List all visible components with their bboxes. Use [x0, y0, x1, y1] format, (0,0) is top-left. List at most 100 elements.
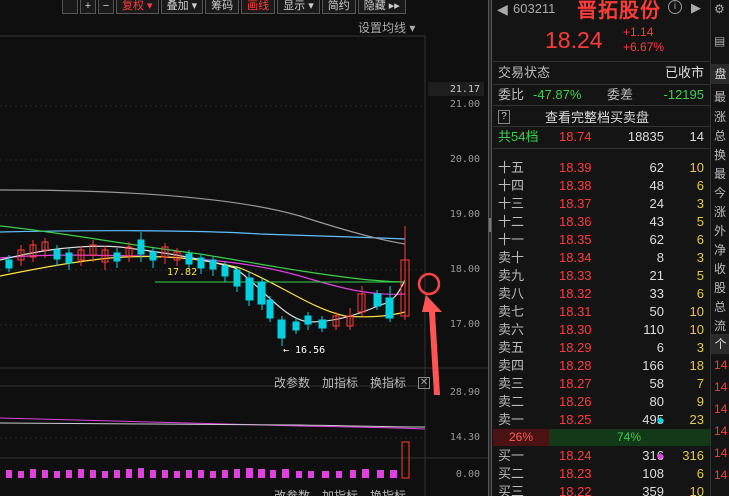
- ma30-line: [0, 225, 406, 283]
- switch-indicator-button[interactable]: 换指标: [370, 487, 406, 496]
- bid-row[interactable]: 买一 18.24 316 316: [493, 447, 710, 465]
- side-label: 涨: [714, 205, 727, 219]
- stock-name: 晋拓股份: [577, 0, 661, 22]
- candle-body: [185, 253, 193, 265]
- settings-icon[interactable]: ⚙: [714, 2, 725, 16]
- ask-row[interactable]: 卖五 18.29 6 3: [493, 339, 710, 357]
- candle-body: [113, 252, 121, 262]
- change-params-button[interactable]: 改参数: [274, 487, 310, 496]
- volume-bar: [270, 470, 276, 478]
- ask-level: 卖六: [498, 322, 525, 337]
- volume-bar: [18, 471, 24, 478]
- candle-body: [292, 321, 300, 331]
- list-icon[interactable]: ▤: [714, 34, 725, 48]
- last-price: 18.24: [545, 27, 603, 53]
- ask-count: 6: [696, 232, 704, 247]
- bid-row[interactable]: 买二 18.23 108 6: [493, 465, 710, 483]
- add-indicator-button[interactable]: 加指标: [322, 487, 358, 496]
- close-icon[interactable]: ✕: [418, 376, 431, 389]
- ask-price: 18.35: [559, 232, 592, 247]
- switch-indicator-button[interactable]: 换指标: [370, 374, 406, 391]
- ask-row[interactable]: 卖九 18.33 21 5: [493, 267, 710, 285]
- sell-ratio: 26%: [493, 429, 549, 446]
- candle-body: [385, 297, 394, 319]
- bid-price: 18.24: [559, 448, 592, 463]
- side-label: 总: [714, 129, 727, 143]
- ask-price: 18.30: [559, 322, 592, 337]
- ask-count: 6: [696, 286, 704, 301]
- volume-bar: [66, 470, 72, 478]
- splitter-grip-icon[interactable]: [489, 218, 491, 232]
- next-stock-icon[interactable]: ▶: [691, 0, 701, 16]
- view-full-orderbook-link[interactable]: 查看完整档买卖盘: [545, 107, 649, 126]
- side-value: 14: [714, 468, 728, 482]
- change-amount: +1.14: [623, 25, 654, 39]
- ask-row[interactable]: 十二 18.36 43 5: [493, 213, 710, 231]
- ask-row[interactable]: 卖一 18.25 495 23: [493, 411, 710, 429]
- ask-level: 卖十: [498, 250, 525, 265]
- volume-bar: [162, 470, 168, 478]
- axis-label: 21.00: [449, 99, 480, 110]
- weicha-label: 委差: [607, 87, 634, 102]
- candle: [29, 240, 37, 262]
- candlesticks: [5, 226, 410, 346]
- bid-volume: 108: [642, 466, 664, 481]
- volume-bar: [90, 470, 96, 478]
- info-icon[interactable]: i: [668, 0, 682, 14]
- candle: [137, 232, 145, 262]
- add-indicator-button[interactable]: 加指标: [322, 374, 358, 391]
- volume-bar: [336, 471, 342, 478]
- ask-row[interactable]: 卖六 18.30 110 10: [493, 321, 710, 339]
- volume-bar: [6, 470, 12, 478]
- candle: [53, 245, 61, 266]
- ask-level: 卖五: [498, 340, 525, 355]
- ask-count: 23: [689, 412, 704, 427]
- ma-level-label: 17.82: [167, 267, 197, 278]
- side-tab-stock[interactable]: 个: [711, 334, 729, 354]
- candle-body: [5, 259, 13, 269]
- bid-row[interactable]: 买三 18.22 359 10: [493, 483, 710, 496]
- ask-row[interactable]: 十一 18.35 62 6: [493, 231, 710, 249]
- candle-body: [266, 299, 274, 319]
- candle: [125, 242, 133, 262]
- ask-count: 18: [689, 358, 704, 373]
- ask-level: 十五: [498, 160, 525, 175]
- ask-row[interactable]: 十三 18.37 24 3: [493, 195, 710, 213]
- ask-row[interactable]: 卖八 18.32 33 6: [493, 285, 710, 303]
- candle-body: [137, 239, 145, 255]
- side-tab-pankou[interactable]: 盘: [711, 64, 729, 84]
- ask-row[interactable]: 十五 18.39 62 10: [493, 159, 710, 177]
- stock-code: 603211: [513, 1, 556, 16]
- ask-volume: 110: [643, 322, 664, 337]
- ask-price: 18.29: [559, 340, 592, 355]
- volume-bar: [222, 470, 228, 478]
- candle: [65, 248, 73, 270]
- axis-label: 18.00: [449, 264, 480, 275]
- ask-row[interactable]: 卖三 18.27 58 7: [493, 375, 710, 393]
- weibi-row: 委比 -47.87% 委差 -12195: [493, 86, 710, 104]
- ask-count: 9: [696, 394, 704, 409]
- indicator-1-tools: 改参数 加指标 换指标 ✕: [274, 374, 431, 391]
- status-value: 已收市: [664, 65, 704, 80]
- bid-level: 买一: [498, 448, 525, 463]
- candle: [77, 246, 85, 266]
- ask-row[interactable]: 卖七 18.31 50 10: [493, 303, 710, 321]
- kline-chart-area[interactable]: + − 复权 ▾ 叠加 ▾ 筹码 画线 显示 ▾ 简约 隐藏 ▸▸ 设置均线 ▾: [0, 0, 488, 496]
- ask-row[interactable]: 卖四 18.28 166 18: [493, 357, 710, 375]
- volume-bar: [246, 468, 253, 478]
- highlight-circle-icon: [417, 272, 441, 296]
- ask-row[interactable]: 卖十 18.34 8 3: [493, 249, 710, 267]
- ask-row[interactable]: 卖二 18.26 80 9: [493, 393, 710, 411]
- ask-volume: 6: [656, 340, 664, 355]
- ask-row[interactable]: 十四 18.38 48 6: [493, 177, 710, 195]
- change-params-button[interactable]: 改参数: [274, 374, 310, 391]
- bid-count: 316: [682, 448, 704, 463]
- help-icon[interactable]: ?: [498, 110, 510, 124]
- volume-bar: [78, 469, 84, 478]
- candle: [233, 266, 241, 292]
- side-label: 换: [714, 148, 727, 162]
- candle-body: [304, 315, 312, 325]
- prev-stock-icon[interactable]: ◀: [497, 1, 508, 18]
- volume-bar-last: [401, 441, 410, 479]
- panel-splitter[interactable]: [488, 0, 492, 496]
